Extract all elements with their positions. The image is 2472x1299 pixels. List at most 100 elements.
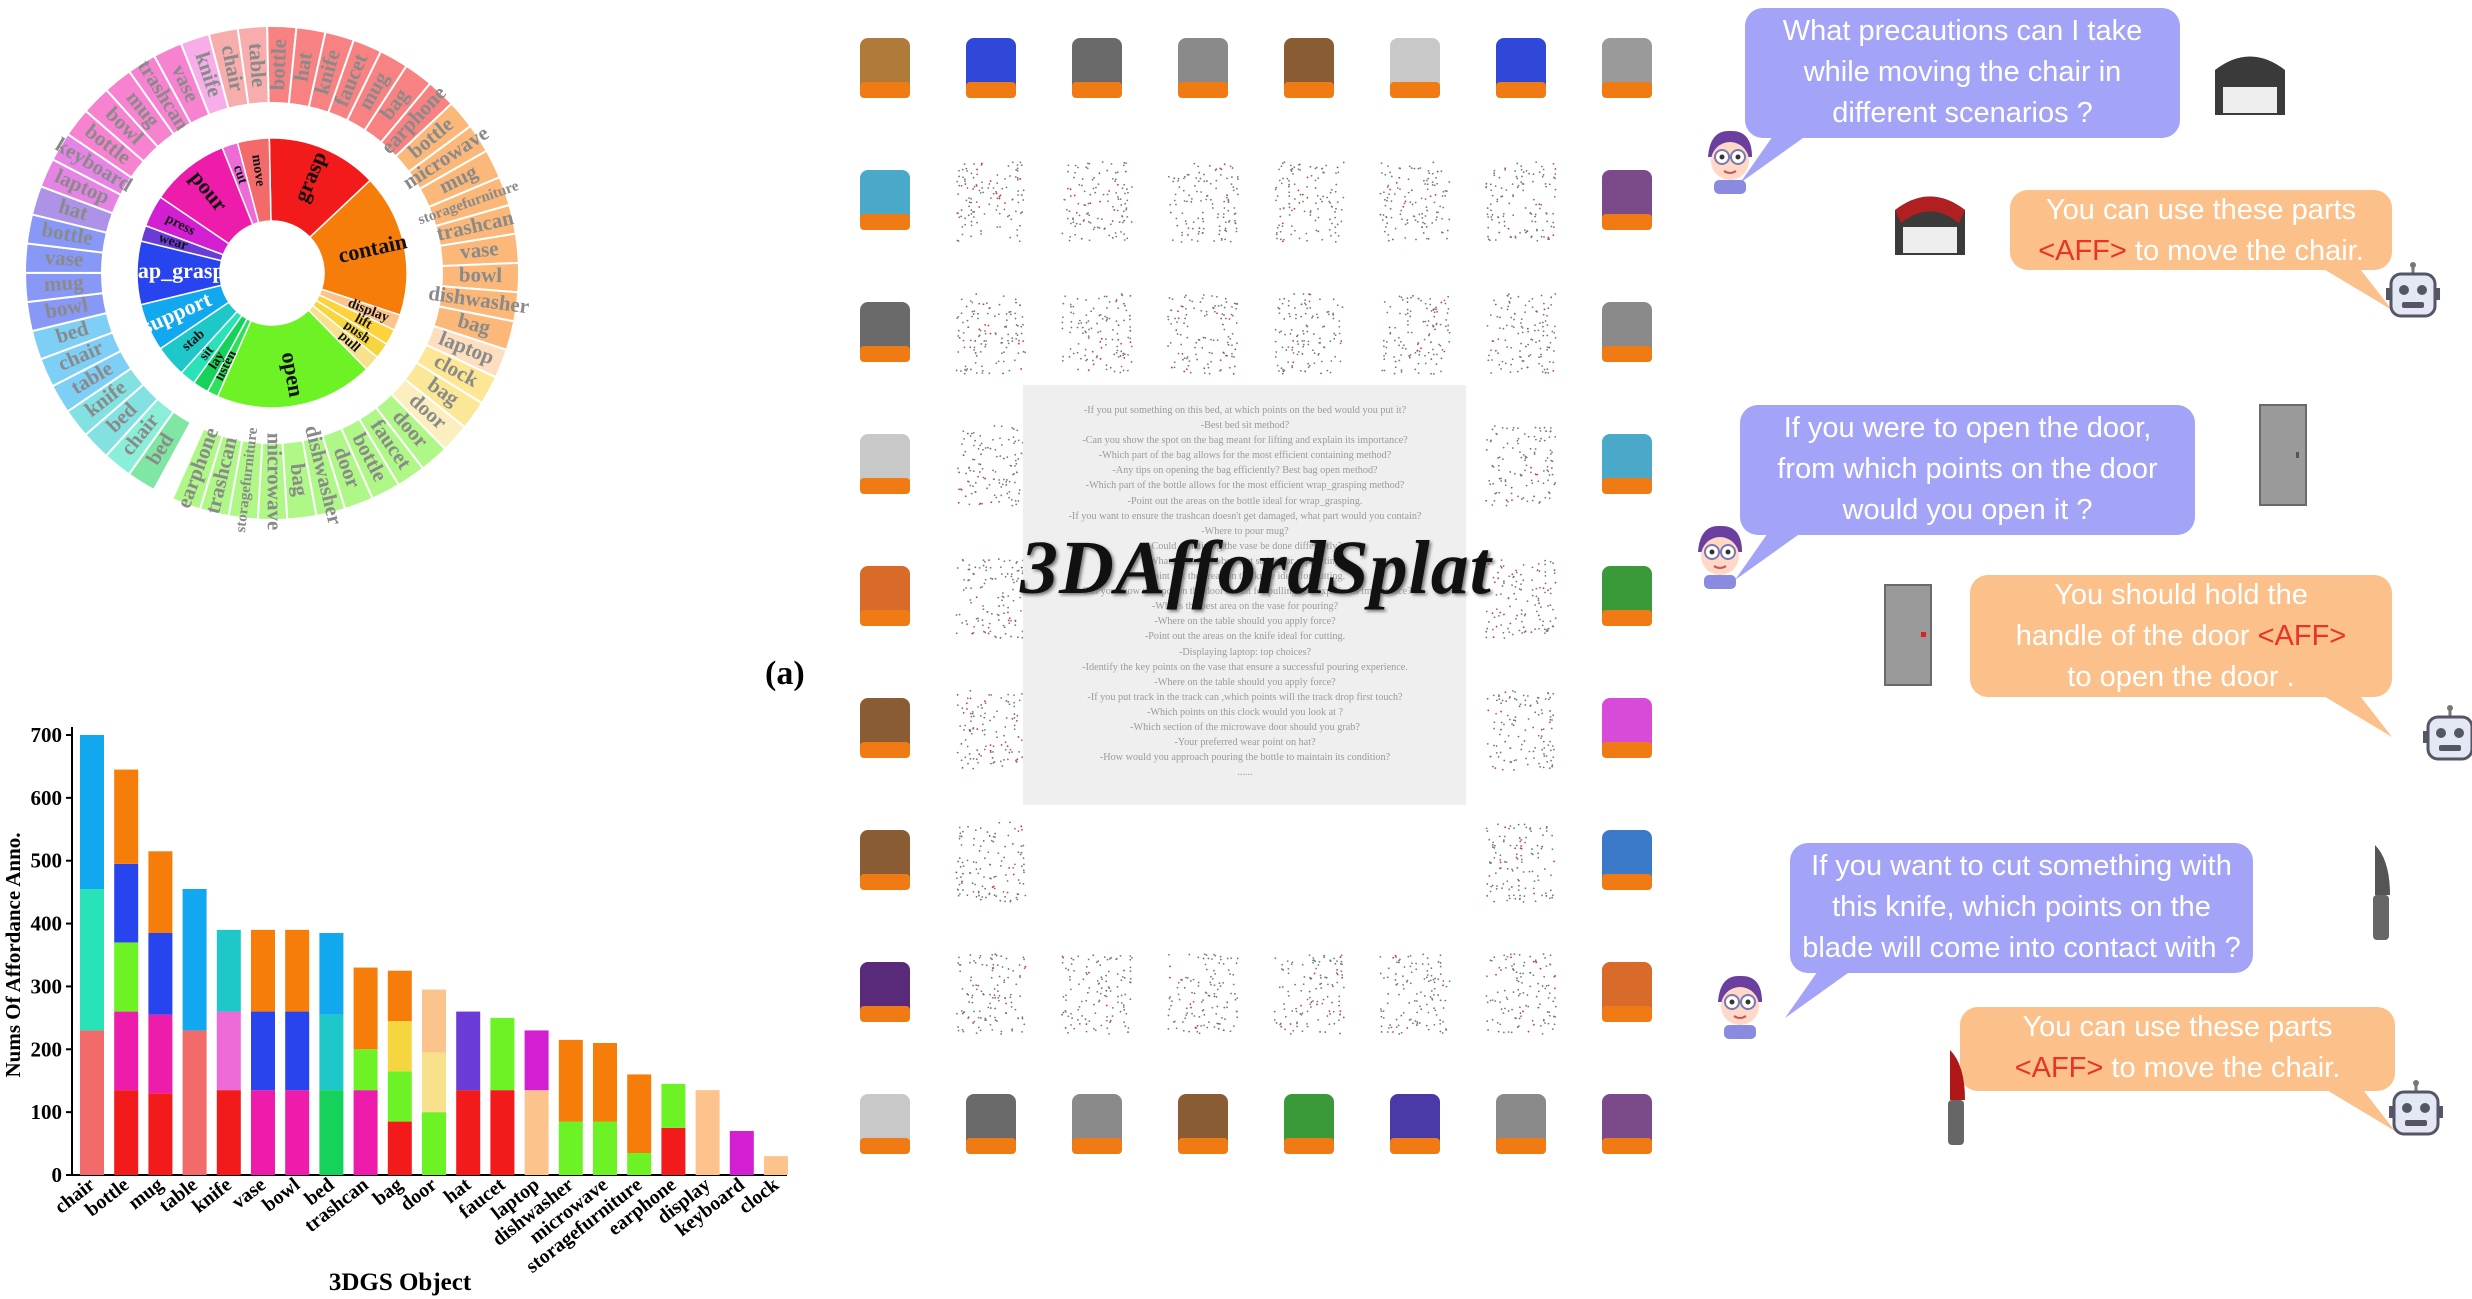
object-keyboard-icon [1602,698,1652,758]
question-line: -If you put track in the track can ,whic… [1087,691,1403,703]
thumb-storagefurniture [1259,20,1359,120]
bar-mug-pour [148,1014,173,1094]
answer-bubble: You can use these parts <AFF> to move the… [1960,1007,2395,1091]
x-tick-label: clock [735,1173,784,1218]
bar-microwave-contain [593,1043,617,1122]
object-bowl-icon [1390,1094,1440,1154]
thumb-knife [1577,944,1677,1044]
question-line: -Any tips on opening the bag efficiently… [1112,465,1378,477]
object-earphone-icon [1390,38,1440,98]
bar-clock-display [764,1156,788,1175]
bar-bed-support [319,933,344,1015]
bar-laptop-display [524,1090,549,1175]
object-trashcan-icon [1381,294,1451,375]
bar-knife-stab [216,929,241,1012]
object-bed-icon [955,821,1027,903]
aff-token: <AFF> [2038,235,2127,267]
question-line: -Identify the key points on the vase tha… [1082,661,1408,673]
thumb-bowl [1365,152,1465,252]
object-table-icon [955,293,1027,375]
question-line: -Where on the table should you apply for… [1154,616,1336,628]
bar-faucet-open [490,1017,515,1091]
bar-laptop-press [524,1030,549,1091]
thumb-keyboard [1577,680,1677,780]
object-chair-icon [1486,689,1555,771]
y-tick-label: 600 [31,786,63,810]
object-clock-icon [860,38,910,98]
object-laptop-icon [860,434,910,494]
chair-object-icon [1895,196,1965,255]
bar-storagefurniture-contain [627,1074,652,1153]
answer-fragment: You can use these parts [2022,1011,2333,1043]
answer-fragment: to move the chair. [2126,235,2364,267]
question-text: If you want to cut something with [1811,850,2232,882]
answer-fragment: You should hold the [2054,579,2308,611]
thumb-laptop [1047,284,1147,384]
x-tick-label: door [396,1174,441,1216]
y-tick-label: 400 [31,912,63,936]
question-line: -Which section of the microwave door sho… [1130,721,1360,733]
object-laptop-icon [1061,293,1133,374]
thumb-bed [1577,20,1677,120]
knife-object-icon [2373,845,2390,940]
thumb-chair [1471,812,1571,912]
question-line: -Which part of the bottle allows for the… [1085,480,1405,492]
thumb-trashcan [941,1076,1041,1176]
thumb-chair [1577,416,1677,516]
question-text: different scenarios ? [1832,97,2093,129]
sector-label: wrap_grasp [112,258,224,283]
bar-knife-cut [216,1011,241,1091]
bar-bottle-wrap_grasp [114,863,139,943]
bar-hat-grasp [456,1090,481,1175]
bar-trashcan-pour [353,1090,378,1175]
y-tick-label: 300 [31,974,63,998]
question-line: -Displaying laptop: top choices? [1178,646,1312,658]
object-bottle-icon [1602,170,1652,230]
thumb-bag [941,152,1041,252]
object-chair-icon [1602,434,1652,494]
question-line: -If you want to ensure the trashcan does… [1068,510,1422,522]
object-label: microwave [263,433,287,531]
bubble-tail [2317,692,2392,737]
thumb-faucet [1471,1076,1571,1176]
thumb-mug [1471,284,1571,384]
aff-token: <AFF> [2257,620,2347,652]
thumb-table [1577,812,1677,912]
bar-hat-wear [456,1011,481,1091]
question-text: What precautions can I take [1782,15,2143,47]
answer-bubble: You can use these parts <AFF> to move the… [2010,190,2392,270]
bar-trashcan-open [353,1049,378,1091]
thumb-earphone [835,1076,935,1176]
dataset-title: 3DAffordSplat [1020,526,1492,610]
person-avatar-icon [1718,975,1762,1039]
object-knife-icon [860,566,910,626]
object-bed-icon [1602,38,1652,98]
object-mug-icon [1274,161,1345,243]
thumb-storagefurniture [835,812,935,912]
bar-bed-lay [319,1090,344,1175]
thumb-bottle [1577,1076,1677,1176]
y-tick-label: 200 [31,1037,63,1061]
object-label: bowl [459,262,503,287]
bar-bowl-contain [285,929,310,1012]
bar-display-display [695,1090,720,1175]
object-bottle-icon [1602,1094,1652,1154]
thumb-chair [835,152,935,252]
thumb-chair [1259,284,1359,384]
question-line: -How would you approach pouring the bott… [1099,752,1391,764]
question-line: -Point out the areas on the knife ideal … [1144,631,1346,643]
thumb-mug [941,20,1041,120]
bar-vase-contain [251,929,275,1012]
thumb-bag [1577,548,1677,648]
thumb-storagefurniture [835,680,935,780]
bubble-tail [1785,968,1855,1018]
thumb-clock [835,20,935,120]
object-trashcan-icon [1072,38,1122,98]
object-bag-icon [1284,1094,1334,1154]
x-tick-label: bowl [258,1173,304,1216]
question-line: -Best bed sit method? [1200,420,1290,432]
y-tick-label: 100 [31,1100,63,1124]
thumb-trashcan [1365,284,1465,384]
object-earphone-icon [860,1094,910,1154]
bar-storagefurniture-open [627,1153,652,1175]
